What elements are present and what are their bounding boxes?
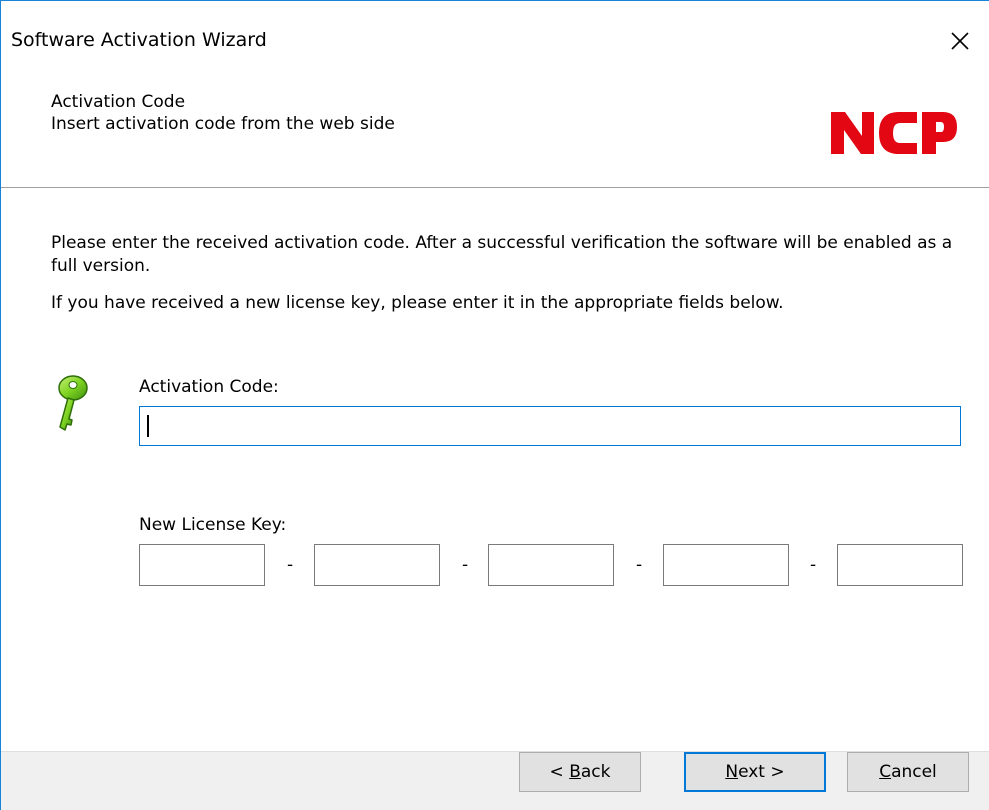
title-bar: Software Activation Wizard: [1, 1, 989, 81]
text-caret: [147, 415, 149, 437]
license-key-field-3[interactable]: [488, 544, 614, 586]
next-button[interactable]: Next >: [684, 752, 826, 792]
license-key-field-5[interactable]: [837, 544, 963, 586]
next-button-label: ext: [738, 762, 765, 782]
back-button[interactable]: < Back: [519, 752, 641, 792]
license-key-separator: -: [287, 555, 294, 575]
window-title: Software Activation Wizard: [11, 29, 267, 51]
wizard-header: Activation Code Insert activation code f…: [1, 81, 989, 188]
license-key-separator: -: [810, 555, 817, 575]
license-key-separator: -: [462, 555, 469, 575]
instruction-text: Please enter the received activation cod…: [51, 233, 953, 276]
license-key-field-2[interactable]: [314, 544, 440, 586]
cancel-button-label: ancel: [891, 762, 937, 782]
key-icon: [58, 375, 88, 431]
wizard-footer: < Back Next > Cancel: [1, 751, 989, 810]
activation-code-input[interactable]: [139, 406, 961, 446]
page-subtitle: Insert activation code from the web side: [51, 114, 395, 134]
close-button[interactable]: [931, 1, 989, 81]
activation-wizard-window: Software Activation Wizard Activation Co…: [0, 0, 989, 810]
license-instruction-text: If you have received a new license key, …: [51, 293, 784, 313]
page-title: Activation Code: [51, 92, 186, 112]
license-key-field-1[interactable]: [139, 544, 265, 586]
next-button-suffix: >: [764, 762, 785, 782]
back-button-label: ack: [580, 762, 611, 782]
activation-code-label: Activation Code:: [139, 377, 279, 397]
back-button-mnemonic: B: [569, 762, 581, 782]
license-key-label: New License Key:: [139, 515, 287, 535]
cancel-button[interactable]: Cancel: [847, 752, 969, 792]
close-icon: [951, 32, 969, 50]
wizard-content: Please enter the received activation cod…: [1, 188, 989, 751]
ncp-logo: [831, 112, 957, 154]
next-button-mnemonic: N: [725, 762, 739, 782]
license-key-separator: -: [636, 555, 643, 575]
back-button-prefix: <: [549, 762, 570, 782]
license-key-field-4[interactable]: [663, 544, 789, 586]
cancel-button-mnemonic: C: [879, 762, 892, 782]
